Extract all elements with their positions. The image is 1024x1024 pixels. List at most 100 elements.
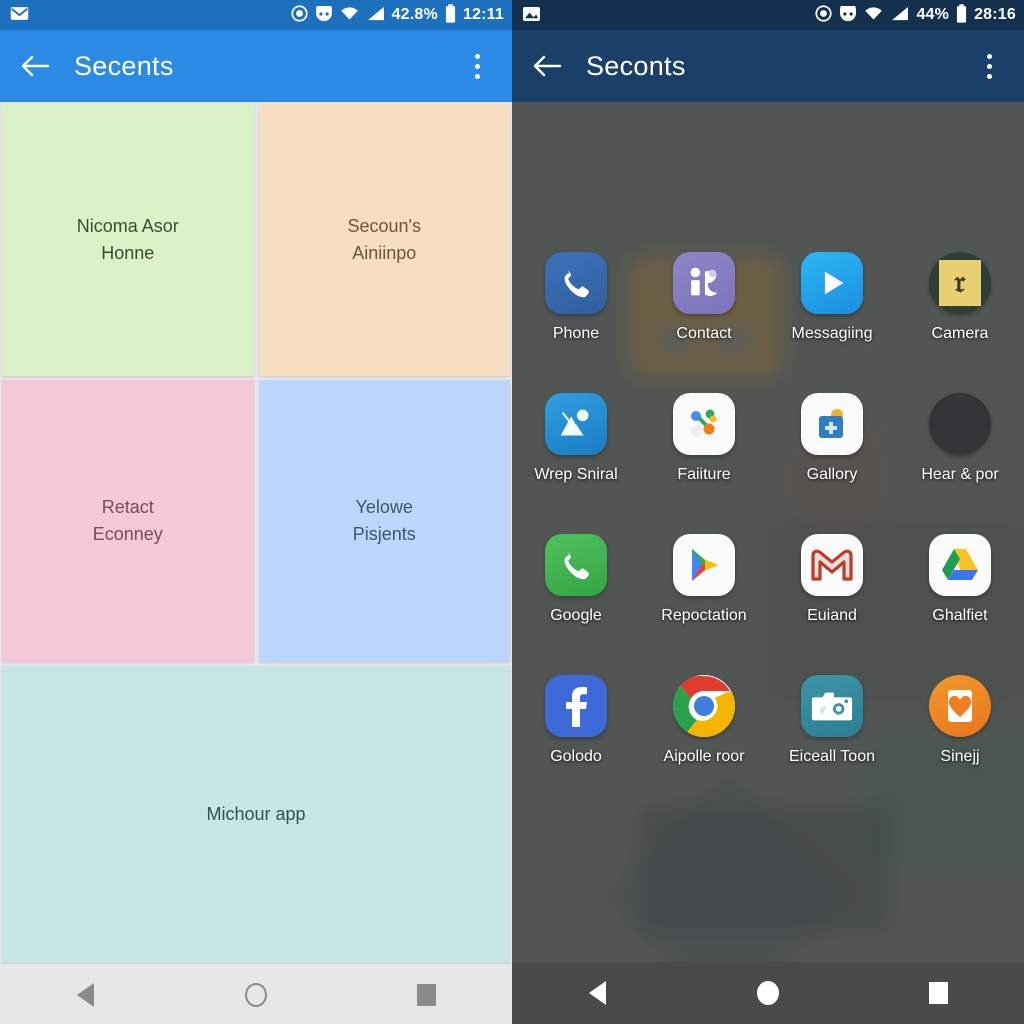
left-app-bar: Secents	[0, 30, 512, 102]
tile-secouns-ainiinpo[interactable]: Secoun's Ainiinpo	[258, 104, 510, 376]
tile-line-2: Honne	[101, 243, 155, 263]
record-icon	[815, 5, 833, 25]
app-faiiture[interactable]: Faiiture	[640, 393, 768, 534]
overflow-menu-icon[interactable]	[460, 45, 494, 87]
app-label: Sinejj	[940, 748, 980, 765]
app-label: Repoctation	[661, 607, 747, 624]
app-ghalfiet[interactable]: Ghalfiet	[896, 534, 1024, 675]
left-tile-grid: Nicoma Asor Honne Secoun's Ainiinpo Reta…	[0, 102, 512, 963]
app-label: Aipolle roor	[663, 748, 745, 765]
app-google[interactable]: Google	[512, 534, 640, 675]
left-status-bar: 42.8% 12:11	[0, 0, 512, 30]
signal-icon	[890, 6, 909, 24]
image-icon	[522, 6, 541, 25]
clock-label: 12:11	[462, 6, 504, 23]
tile-line-1: Nicoma Asor	[76, 216, 179, 236]
record-icon	[291, 5, 308, 25]
app-phone[interactable]: Phone	[512, 252, 640, 393]
tile-line-2: Ainiinpo	[352, 243, 417, 263]
app-camera[interactable]: 𝔯 Camera	[896, 252, 1024, 393]
app-label: Eiceall Toon	[789, 748, 875, 765]
app-aipolle-roor[interactable]: Aipolle roor	[640, 675, 768, 816]
nav-recents-icon[interactable]	[397, 973, 457, 1017]
contacts-icon	[673, 252, 735, 314]
nav-home-icon[interactable]	[738, 971, 798, 1015]
nav-home-icon[interactable]	[226, 973, 286, 1017]
app-label: Wrep Sniral	[534, 466, 618, 483]
app-messagiing[interactable]: Messagiing	[768, 252, 896, 393]
wifi-icon	[340, 6, 359, 24]
folder-icon	[929, 393, 991, 455]
nav-back-icon[interactable]	[567, 971, 627, 1015]
app-sinejj[interactable]: Sinejj	[896, 675, 1024, 816]
tile-line-1: Michour app	[206, 804, 306, 824]
messaging-icon	[801, 252, 863, 314]
heart-icon	[929, 675, 991, 737]
app-golodo[interactable]: Golodo	[512, 675, 640, 816]
app-label: Google	[550, 607, 602, 624]
app-label: Camera	[931, 325, 989, 342]
tile-yelowe-pisjents[interactable]: Yelowe Pisjents	[258, 380, 510, 662]
app-euiand[interactable]: Euiand	[768, 534, 896, 675]
app-gallory[interactable]: Gallory	[768, 393, 896, 534]
mask-icon	[315, 1, 333, 25]
camera-teal-icon	[801, 675, 863, 737]
app-grid: Phone Contact Messagiing 𝔯 Camera Wrep S…	[512, 102, 1024, 962]
phone-green-icon	[545, 534, 607, 596]
right-phone-screen: 44% 28:16 Seconts Phone Contact Messagii…	[512, 0, 1024, 1024]
tile-line-1: Retact	[101, 497, 154, 517]
mail-icon	[10, 6, 29, 24]
phone-icon	[545, 252, 607, 314]
app-label: Phone	[552, 325, 600, 342]
app-label: Faiiture	[677, 466, 731, 483]
app-label: Messagiing	[791, 325, 873, 342]
play-store-icon	[673, 534, 735, 596]
battery-percent-label: 44%	[916, 6, 950, 23]
app-label: Euiand	[807, 607, 857, 624]
back-arrow-icon[interactable]	[14, 45, 56, 87]
left-page-title: Secents	[74, 50, 174, 81]
clock-label: 28:16	[974, 6, 1016, 23]
app-hear-and-por[interactable]: Hear & por	[896, 393, 1024, 534]
app-label: Contact	[676, 325, 732, 342]
app-label: Golodo	[550, 748, 602, 765]
tile-line-2: Pisjents	[352, 524, 416, 544]
gallery-icon	[801, 393, 863, 455]
app-label: Gallory	[806, 466, 858, 483]
battery-percent-label: 42.8%	[391, 6, 438, 23]
tile-line-1: Yelowe	[355, 497, 413, 517]
nav-recents-icon[interactable]	[909, 971, 969, 1015]
tile-line-1: Secoun's	[347, 216, 422, 236]
left-navigation-bar	[0, 963, 512, 1024]
home-screen-area: Phone Contact Messagiing 𝔯 Camera Wrep S…	[512, 102, 1024, 962]
left-phone-screen: 42.8% 12:11 Secents Nicoma Asor Honne Se…	[0, 0, 512, 1024]
app-wrep-sniral[interactable]: Wrep Sniral	[512, 393, 640, 534]
app-contact[interactable]: Contact	[640, 252, 768, 393]
app-eiceall-toon[interactable]: Eiceall Toon	[768, 675, 896, 816]
battery-icon	[956, 4, 967, 26]
back-arrow-icon[interactable]	[526, 45, 568, 87]
wallpaper-icon	[545, 393, 607, 455]
drive-icon	[929, 534, 991, 596]
app-label: Ghalfiet	[932, 607, 988, 624]
gmail-icon	[801, 534, 863, 596]
mask-icon	[839, 1, 857, 25]
chrome-icon	[673, 675, 735, 737]
tile-michour-app[interactable]: Michour app	[2, 666, 510, 963]
wifi-icon	[864, 6, 883, 24]
features-icon	[673, 393, 735, 455]
tile-line-2: Econney	[92, 524, 163, 544]
right-status-bar: 44% 28:16	[512, 0, 1024, 30]
facebook-icon	[545, 675, 607, 737]
overflow-menu-icon[interactable]	[972, 45, 1006, 87]
tile-nicoma-asor-honne[interactable]: Nicoma Asor Honne	[2, 104, 254, 376]
tile-retact-econney[interactable]: Retact Econney	[2, 380, 254, 662]
app-label: Hear & por	[921, 466, 999, 483]
right-page-title: Seconts	[586, 50, 686, 81]
camera-icon: 𝔯	[929, 252, 991, 314]
battery-icon	[445, 4, 456, 26]
signal-icon	[366, 6, 385, 24]
app-repoctation[interactable]: Repoctation	[640, 534, 768, 675]
right-navigation-bar	[512, 962, 1024, 1024]
nav-back-icon[interactable]	[55, 973, 115, 1017]
